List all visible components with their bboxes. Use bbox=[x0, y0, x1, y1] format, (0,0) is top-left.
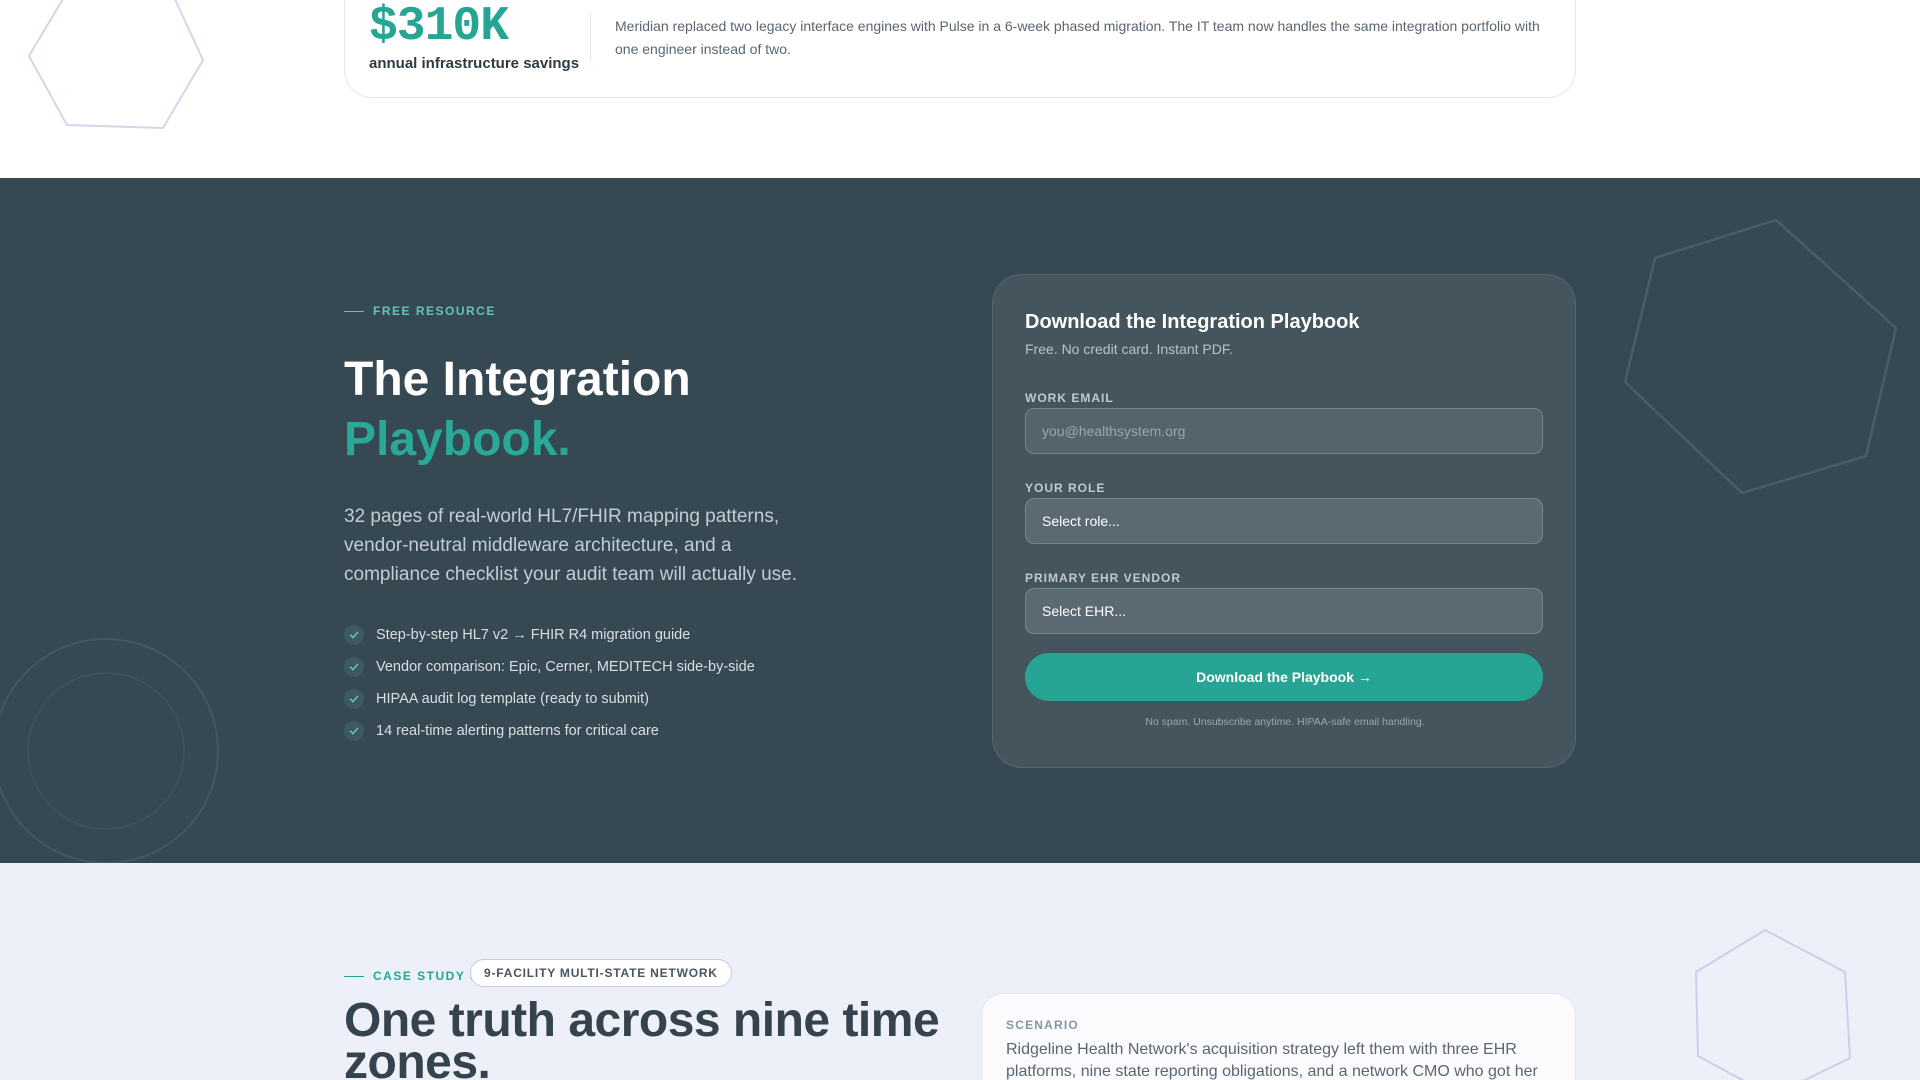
scenario-text: Ridgeline Health Network's acquisition s… bbox=[1006, 1041, 1538, 1080]
savings-label: annual infrastructure savings bbox=[369, 55, 580, 72]
circles-decoration bbox=[0, 638, 219, 863]
headline-accent: Playbook. bbox=[344, 413, 571, 466]
eyebrow-text: FREE RESOURCE bbox=[373, 304, 496, 318]
savings-card: $310K annual infrastructure savings Meri… bbox=[344, 0, 1576, 98]
list-item: Vendor comparison: Epic, Cerner, MEDITEC… bbox=[344, 651, 755, 683]
check-icon bbox=[344, 657, 364, 677]
email-field[interactable] bbox=[1025, 408, 1543, 454]
ehr-select[interactable]: Select EHR... bbox=[1025, 588, 1543, 634]
playbook-section: FREE RESOURCE The Integration Playbook. … bbox=[0, 178, 1920, 863]
eyebrow-dash bbox=[344, 975, 364, 977]
resource-eyebrow: FREE RESOURCE bbox=[344, 304, 496, 318]
savings-section: $310K annual infrastructure savings Meri… bbox=[0, 0, 1920, 178]
hexagon-decoration bbox=[1694, 928, 1852, 1080]
check-icon bbox=[344, 625, 364, 645]
benefit-text: Step-by-step HL7 v2 → FHIR R4 migration … bbox=[376, 627, 691, 643]
list-item: Step-by-step HL7 v2 → FHIR R4 migration … bbox=[344, 619, 755, 651]
case-badge: 9-FACILITY MULTI-STATE NETWORK bbox=[470, 959, 732, 987]
case-study-section: CASE STUDY 3 9-FACILITY MULTI-STATE NETW… bbox=[0, 863, 1920, 1080]
benefit-text: Vendor comparison: Epic, Cerner, MEDITEC… bbox=[376, 659, 755, 675]
role-select[interactable]: Select role... bbox=[1025, 498, 1543, 544]
ehr-label: PRIMARY EHR VENDOR bbox=[1025, 571, 1182, 585]
case-headline: One truth across nine time zones. bbox=[344, 994, 940, 1080]
form-subtitle: Free. No credit card. Instant PDF. bbox=[1025, 341, 1233, 357]
role-select-value: Select role... bbox=[1042, 513, 1120, 529]
eyebrow-text: CASE STUDY 3 bbox=[373, 969, 479, 983]
email-label: WORK EMAIL bbox=[1025, 391, 1114, 405]
savings-description: Meridian replaced two legacy interface e… bbox=[615, 18, 1540, 57]
role-label: YOUR ROLE bbox=[1025, 481, 1106, 495]
form-title: Download the Integration Playbook bbox=[1025, 311, 1360, 333]
download-button[interactable]: Download the Playbook → bbox=[1025, 653, 1543, 701]
scenario-label: SCENARIO bbox=[1006, 1018, 1079, 1032]
list-item: HIPAA audit log template (ready to submi… bbox=[344, 683, 755, 715]
check-icon bbox=[344, 721, 364, 741]
benefit-text: HIPAA audit log template (ready to submi… bbox=[376, 691, 649, 707]
benefit-list: Step-by-step HL7 v2 → FHIR R4 migration … bbox=[344, 619, 755, 747]
check-icon bbox=[344, 689, 364, 709]
eyebrow-dash bbox=[344, 310, 364, 312]
download-form: Download the Integration Playbook Free. … bbox=[992, 274, 1576, 768]
list-item: 14 real-time alerting patterns for criti… bbox=[344, 715, 755, 747]
scenario-card: SCENARIO Ridgeline Health Network's acqu… bbox=[981, 993, 1576, 1080]
hexagon-decoration bbox=[27, 0, 205, 130]
page-title: The Integration Playbook. bbox=[344, 350, 691, 470]
headline-line: The Integration bbox=[344, 353, 691, 406]
savings-amount: $310K bbox=[369, 0, 509, 54]
divider bbox=[590, 12, 591, 62]
lead-paragraph: 32 pages of real-world HL7/FHIR mapping … bbox=[344, 506, 798, 585]
ehr-select-value: Select EHR... bbox=[1042, 603, 1127, 619]
form-note: No spam. Unsubscribe anytime. HIPAA-safe… bbox=[1145, 716, 1425, 728]
benefit-text: 14 real-time alerting patterns for criti… bbox=[376, 723, 659, 739]
case-eyebrow: CASE STUDY 3 bbox=[344, 969, 478, 983]
hexagon-decoration bbox=[1623, 218, 1898, 495]
